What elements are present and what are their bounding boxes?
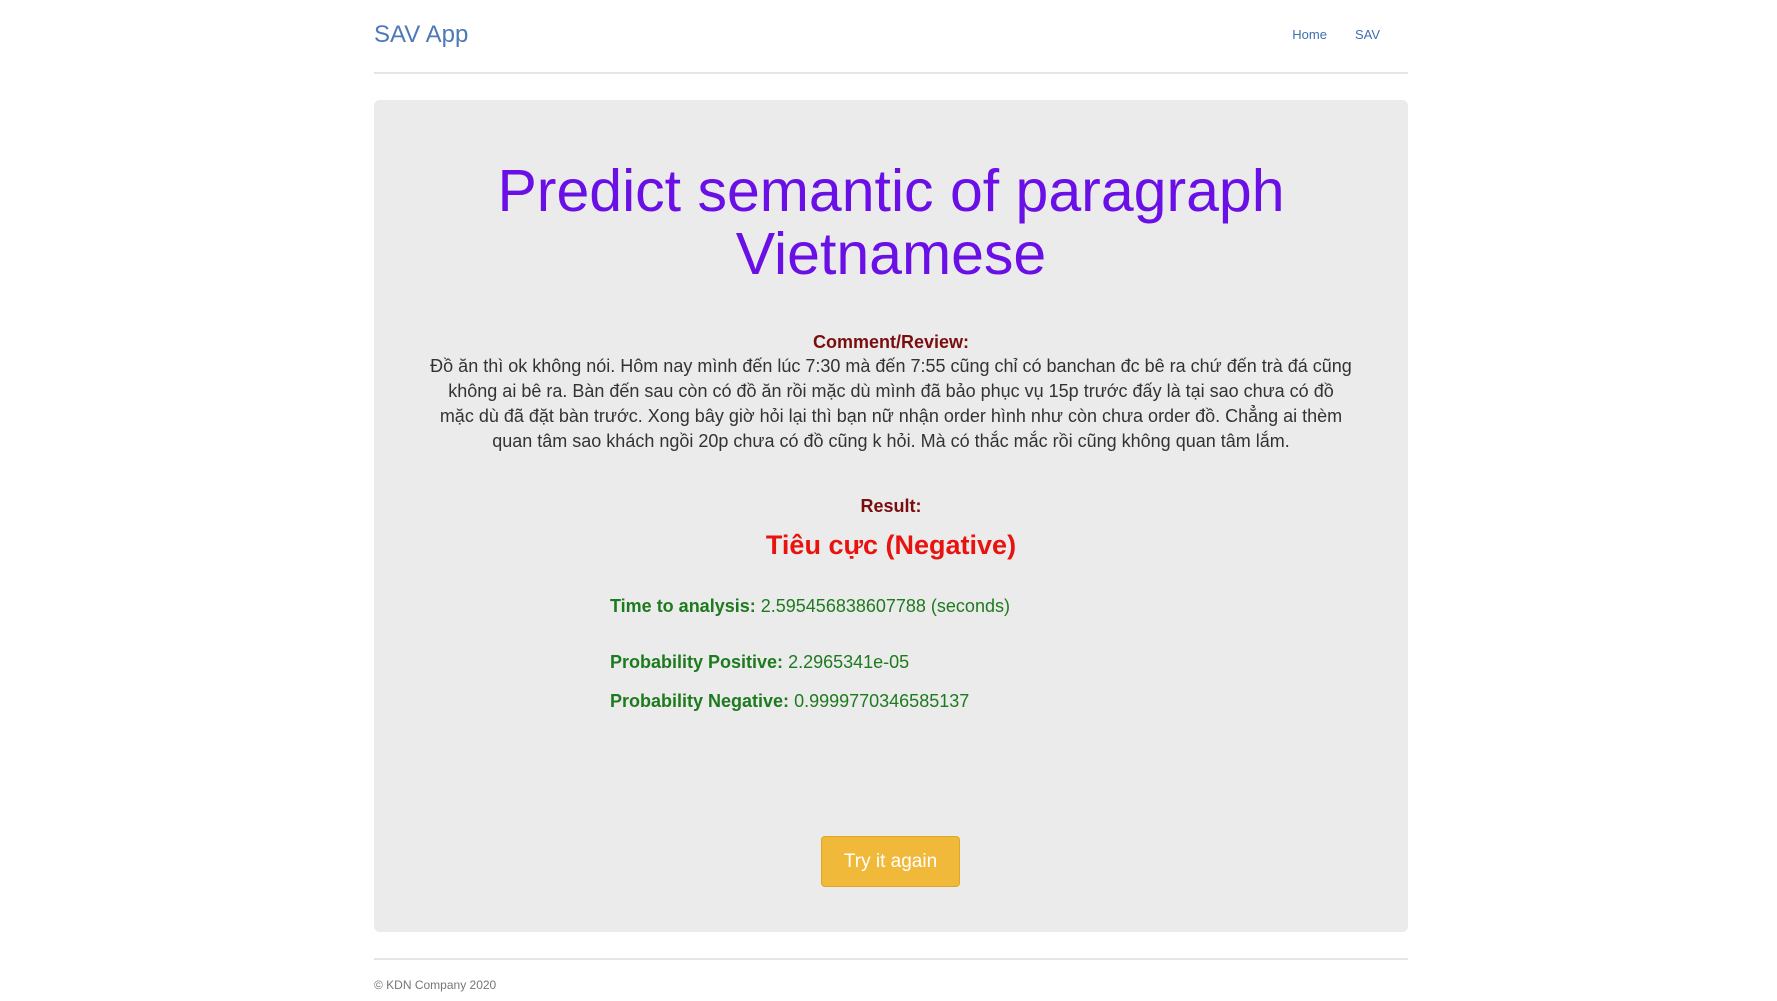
footer: © KDN Company 2020 xyxy=(374,958,1408,992)
result-value: Tiêu cực (Negative) xyxy=(765,530,1017,560)
prob-positive-value: 2.2965341e-05 xyxy=(788,652,910,672)
result-panel: Predict semantic of paragraph Vietnamese… xyxy=(374,100,1408,932)
header: SAV App Home SAV xyxy=(374,0,1408,74)
page-title-line1: Predict semantic of paragraph xyxy=(497,158,1285,224)
page-title: Predict semantic of paragraph Vietnamese xyxy=(374,160,1408,286)
page-title-line2: Vietnamese xyxy=(735,221,1047,287)
probability-negative: Probability Negative: 0.9999770346585137 xyxy=(610,691,969,712)
result-label: Result: xyxy=(860,496,922,516)
page-container: SAV App Home SAV Predict semantic of par… xyxy=(374,0,1408,992)
time-to-analysis: Time to analysis: 2.595456838607788 (sec… xyxy=(610,596,1010,617)
time-value: 2.595456838607788 (seconds) xyxy=(760,596,1010,616)
brand-link[interactable]: SAV App xyxy=(374,21,468,49)
time-label: Time to analysis: xyxy=(610,596,756,616)
prob-negative-value: 0.9999770346585137 xyxy=(794,691,970,711)
nav-item-sav[interactable]: SAV xyxy=(1341,27,1394,42)
probability-positive: Probability Positive: 2.2965341e-05 xyxy=(610,652,909,673)
prob-positive-label: Probability Positive: xyxy=(610,652,784,672)
nav-menu: Home SAV xyxy=(1278,27,1394,42)
nav-item-home[interactable]: Home xyxy=(1278,27,1341,42)
comment-label: Comment/Review: xyxy=(812,332,970,352)
comment-text: Đồ ăn thì ok không nói. Hôm nay mình đến… xyxy=(430,356,1352,451)
footer-copyright: © KDN Company 2020 xyxy=(374,978,497,992)
prob-negative-label: Probability Negative: xyxy=(610,691,790,711)
try-again-button[interactable]: Try it again xyxy=(821,836,960,887)
